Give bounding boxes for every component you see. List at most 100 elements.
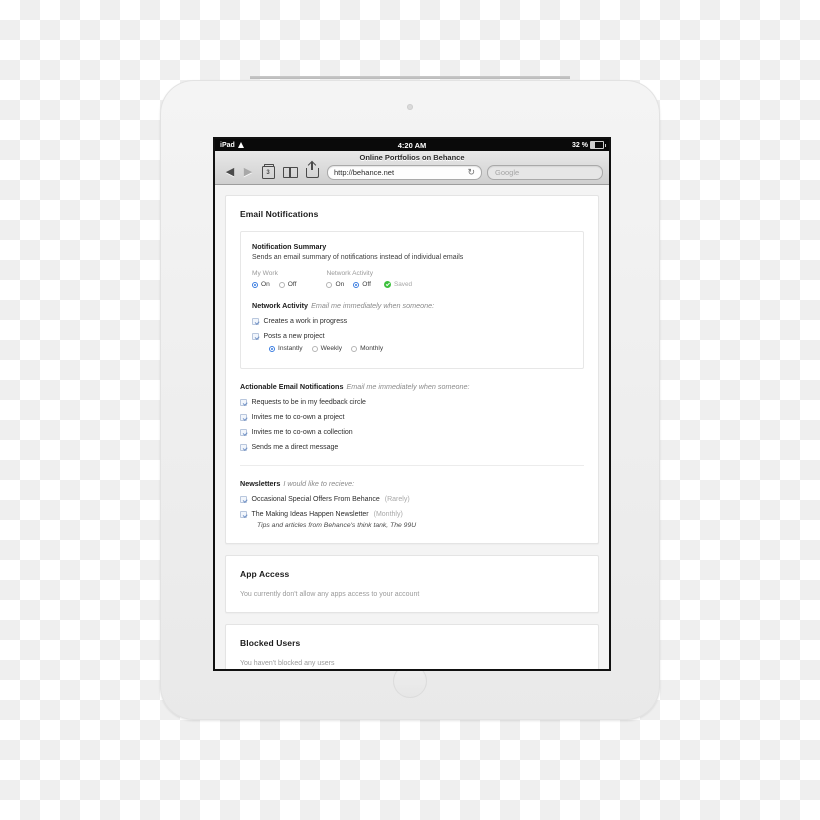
tabs-count: 3 <box>266 169 270 176</box>
my-work-on-option[interactable]: On <box>252 281 270 288</box>
frequency-options: Instantly Weekly Monthly <box>269 345 572 352</box>
checkbox-icon <box>240 429 247 436</box>
frequency-monthly-option[interactable]: Monthly <box>351 345 383 352</box>
checkbox-label: The Making Ideas Happen Newsletter <box>251 511 369 518</box>
my-work-off-option[interactable]: Off <box>278 281 297 288</box>
share-button[interactable] <box>301 161 323 178</box>
frequency-label: Weekly <box>320 345 343 352</box>
status-bar-right: 32 % <box>572 141 606 149</box>
app-access-title: App Access <box>240 569 290 579</box>
checkbox-label: Posts a new project <box>263 333 325 340</box>
checkbox-label: Sends me a direct message <box>251 444 339 451</box>
checkbox-row[interactable]: Creates a work in progress <box>252 318 572 325</box>
email-notifications-title: Email Notifications <box>240 209 319 219</box>
page-content: Email Notifications Notification Summary… <box>215 185 609 669</box>
browser-chrome: Online Portfolios on Behance ◀ ▶ 3 http:… <box>215 151 609 185</box>
battery-percent-label: 32 % <box>572 141 588 149</box>
status-bar: iPad 4:20 AM 32 % <box>215 139 609 151</box>
radio-icon <box>311 345 318 352</box>
network-activity-off-option[interactable]: Off <box>353 281 371 288</box>
checkbox-icon <box>252 318 259 325</box>
forward-arrow-icon[interactable]: ▶ <box>239 167 257 178</box>
section-divider <box>240 465 584 466</box>
checkbox-row[interactable]: The Making Ideas Happen Newsletter (Mont… <box>240 511 584 518</box>
network-activity-heading: Network Activity <box>252 301 309 310</box>
newsletters-heading-row: Newsletters I would like to recieve: <box>240 479 584 488</box>
checkbox-label: Invites me to co-own a collection <box>251 429 353 436</box>
checkbox-icon <box>252 333 259 340</box>
checkbox-row[interactable]: Posts a new project <box>252 333 572 340</box>
saved-badge: Saved <box>383 281 413 288</box>
newsletter-frequency: (Monthly) <box>373 511 403 518</box>
blocked-users-message: You haven't blocked any users <box>240 660 335 667</box>
blocked-users-title: Blocked Users <box>240 638 301 648</box>
radio-icon <box>278 281 285 288</box>
tabs-button[interactable]: 3 <box>257 164 279 179</box>
my-work-options: On Off <box>252 281 296 288</box>
reload-icon[interactable]: ↻ <box>467 168 475 177</box>
url-input[interactable]: http://behance.net ↻ <box>327 165 482 180</box>
checkbox-row[interactable]: Invites me to co-own a project <box>240 414 584 421</box>
camera-dot-icon <box>407 104 413 110</box>
radio-icon <box>353 281 360 288</box>
checkbox-label: Requests to be in my feedback circle <box>251 399 366 406</box>
newsletters-heading: Newsletters <box>240 479 281 488</box>
radio-icon <box>252 281 258 288</box>
ipad-screen: iPad 4:20 AM 32 % Online Portfolios on B… <box>213 137 611 671</box>
checkbox-icon <box>240 511 247 518</box>
my-work-off-label: Off <box>287 281 297 288</box>
bookmarks-button[interactable] <box>279 167 301 178</box>
network-activity-on-label: On <box>335 281 345 288</box>
actionable-heading: Actionable Email Notifications <box>240 382 344 391</box>
checkbox-row[interactable]: Invites me to co-own a collection <box>240 429 584 436</box>
radio-icon <box>326 281 333 288</box>
network-activity-heading-row: Network Activity Email me immediately whe… <box>252 301 572 310</box>
summary-radio-groups: My Work On Off Network Activity On Off S… <box>252 270 572 288</box>
checkbox-label: Occasional Special Offers From Behance <box>251 496 380 503</box>
checkbox-icon <box>240 414 247 421</box>
page-title: Online Portfolios on Behance <box>359 153 465 162</box>
frequency-instantly-option[interactable]: Instantly <box>269 345 303 352</box>
check-circle-icon <box>383 281 391 288</box>
network-activity-on-option[interactable]: On <box>326 281 344 288</box>
search-input[interactable]: Google <box>487 165 603 180</box>
frequency-weekly-option[interactable]: Weekly <box>311 345 343 352</box>
network-activity-hint: Email me immediately when someone: <box>311 301 435 310</box>
checkbox-icon <box>240 496 247 503</box>
app-access-message: You currently don't allow any apps acces… <box>240 591 420 598</box>
my-work-on-label: On <box>261 281 270 288</box>
radio-icon <box>269 345 275 352</box>
radio-group-my-work: My Work On Off <box>252 270 296 288</box>
tabs-icon: 3 <box>261 164 275 179</box>
network-activity-summary-label: Network Activity <box>326 270 374 277</box>
ipad-device: iPad 4:20 AM 32 % Online Portfolios on B… <box>160 80 660 720</box>
url-text: http://behance.net <box>334 168 395 177</box>
back-arrow-icon[interactable]: ◀ <box>221 167 239 178</box>
checkbox-icon <box>240 399 247 406</box>
saved-label: Saved <box>393 281 413 288</box>
book-icon <box>282 167 298 178</box>
network-activity-off-label: Off <box>362 281 371 288</box>
notification-summary-heading: Notification Summary <box>252 242 327 251</box>
search-placeholder: Google <box>495 168 520 177</box>
top-accent-line <box>250 76 570 79</box>
notification-summary-description: Sends an email summary of notifications … <box>252 254 464 261</box>
battery-icon <box>590 141 606 149</box>
blocked-users-card: Blocked Users You haven't blocked any us… <box>225 624 599 669</box>
app-access-card: App Access You currently don't allow any… <box>225 555 599 613</box>
checkbox-row[interactable]: Requests to be in my feedback circle <box>240 399 584 406</box>
radio-icon <box>351 345 358 352</box>
checkbox-row[interactable]: Occasional Special Offers From Behance (… <box>240 496 584 503</box>
status-bar-time: 4:20 AM <box>397 140 427 150</box>
actionable-hint: Email me immediately when someone: <box>346 382 470 391</box>
share-icon <box>305 161 319 178</box>
newsletters-hint: I would like to recieve: <box>283 479 355 488</box>
network-activity-options: On Off Saved <box>326 281 412 288</box>
newsletter-frequency: (Rarely) <box>384 496 410 503</box>
checkbox-row[interactable]: Sends me a direct message <box>240 444 584 451</box>
frequency-label: Monthly <box>360 345 384 352</box>
newsletter-note: Tips and articles from Behance's think t… <box>257 522 417 529</box>
checkbox-icon <box>240 444 247 451</box>
email-notifications-card: Email Notifications Notification Summary… <box>225 195 599 544</box>
notification-summary-panel: Notification Summary Sends an email summ… <box>240 231 584 369</box>
